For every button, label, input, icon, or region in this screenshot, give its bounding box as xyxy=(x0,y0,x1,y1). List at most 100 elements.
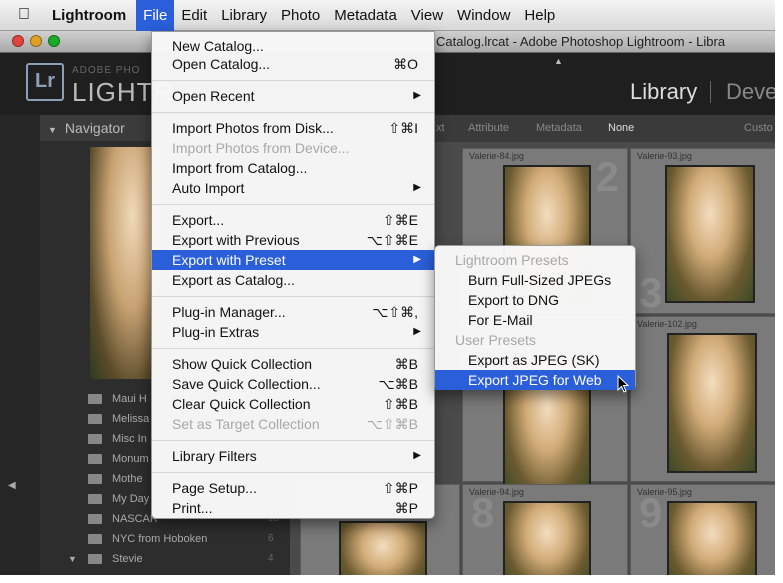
menu-item-export-with-preset[interactable]: Export with Preset ▶ xyxy=(152,250,434,270)
folder-icon xyxy=(88,454,102,464)
apple-icon[interactable]:  xyxy=(0,6,48,24)
submenu-header-lightroom-presets: Lightroom Presets xyxy=(455,252,569,268)
zoom-window-button[interactable] xyxy=(48,35,60,47)
preset-for-email[interactable]: For E-Mail xyxy=(435,310,635,330)
window-title: Catalog.lrcat - Adobe Photoshop Lightroo… xyxy=(436,34,726,49)
grid-cell[interactable]: Valerie-102.jpg xyxy=(630,316,783,482)
chevron-right-icon: ▶ xyxy=(413,90,421,101)
grid-cell[interactable]: Valerie-95.jpg 9 xyxy=(630,484,783,583)
menu-edit[interactable]: Edit xyxy=(174,0,214,31)
menu-item-import-from-disk[interactable]: Import Photos from Disk... ⇧⌘I xyxy=(152,118,434,138)
triangle-down-icon[interactable]: ▼ xyxy=(68,554,77,564)
navigator-title: Navigator xyxy=(64,120,125,136)
collection-item[interactable]: ▼ Stevie 4 xyxy=(40,550,290,570)
menu-item-auto-import[interactable]: Auto Import ▶ xyxy=(152,178,434,198)
menu-separator xyxy=(152,472,434,473)
module-library[interactable]: Library xyxy=(630,79,697,105)
menu-item-page-setup[interactable]: Page Setup... ⇧⌘P xyxy=(152,478,434,498)
menu-item-export[interactable]: Export... ⇧⌘E xyxy=(152,210,434,230)
cell-filename: Valerie-93.jpg xyxy=(637,151,692,161)
preset-export-as-jpeg-sk[interactable]: Export as JPEG (SK) xyxy=(435,350,635,370)
menu-separator xyxy=(152,80,434,81)
menu-item-export-as-catalog[interactable]: Export as Catalog... xyxy=(152,270,434,290)
preset-export-to-dng[interactable]: Export to DNG xyxy=(435,290,635,310)
menu-item-open-recent[interactable]: Open Recent ▶ xyxy=(152,86,434,106)
menu-item-export-with-previous[interactable]: Export with Previous ⌥⇧⌘E xyxy=(152,230,434,250)
menu-item-save-quick-collection[interactable]: Save Quick Collection... ⌥⌘B xyxy=(152,374,434,394)
photo-thumbnail[interactable] xyxy=(667,333,757,473)
cell-index: 9 xyxy=(639,489,663,536)
folder-icon xyxy=(88,554,102,564)
shortcut: ⇧⌘I xyxy=(388,120,418,136)
menu-item-show-quick-collection[interactable]: Show Quick Collection ⌘B xyxy=(152,354,434,374)
shortcut: ⌥⇧⌘B xyxy=(366,416,418,432)
folder-icon xyxy=(88,474,102,484)
folder-icon xyxy=(88,494,102,504)
menu-help[interactable]: Help xyxy=(517,0,562,31)
folder-icon xyxy=(88,514,102,524)
menu-view[interactable]: View xyxy=(404,0,450,31)
expand-left-panel-icon[interactable]: ◀ xyxy=(8,480,16,491)
folder-icon xyxy=(88,534,102,544)
shortcut: ⌥⇧⌘, xyxy=(372,304,418,320)
menu-window[interactable]: Window xyxy=(450,0,517,31)
menu-separator xyxy=(152,296,434,297)
minimize-window-button[interactable] xyxy=(30,35,42,47)
filter-custom[interactable]: Custo xyxy=(744,122,773,134)
menu-separator xyxy=(152,112,434,113)
menu-library[interactable]: Library xyxy=(214,0,274,31)
preset-export-jpeg-for-web[interactable]: Export JPEG for Web xyxy=(435,370,635,390)
folder-icon xyxy=(88,394,102,404)
photo-thumbnail[interactable] xyxy=(339,521,427,583)
grid-cell[interactable]: Valerie-93.jpg 3 xyxy=(630,148,783,316)
menu-item-print[interactable]: Print... ⌘P xyxy=(152,498,434,518)
cell-index: 3 xyxy=(639,269,663,316)
collapse-top-panel-icon[interactable]: ▲ xyxy=(554,56,563,66)
photo-thumbnail[interactable] xyxy=(503,501,591,583)
filter-none[interactable]: None xyxy=(608,122,634,134)
menu-photo[interactable]: Photo xyxy=(274,0,327,31)
filter-metadata[interactable]: Metadata xyxy=(536,122,582,134)
close-window-button[interactable] xyxy=(12,35,24,47)
preset-burn-full-sized-jpegs[interactable]: Burn Full-Sized JPEGs xyxy=(435,270,635,290)
menu-item-clear-quick-collection[interactable]: Clear Quick Collection ⇧⌘B xyxy=(152,394,434,414)
torn-edge-right xyxy=(775,0,783,583)
menu-item-set-target-collection: Set as Target Collection ⌥⇧⌘B xyxy=(172,416,418,432)
menu-separator xyxy=(152,440,434,441)
shortcut: ⌥⌘B xyxy=(378,376,418,392)
photo-thumbnail[interactable] xyxy=(665,165,755,303)
menu-app-lightroom[interactable]: Lightroom xyxy=(48,0,136,31)
submenu-header-user-presets: User Presets xyxy=(455,332,536,348)
folder-icon xyxy=(88,414,102,424)
module-develop[interactable]: Deve xyxy=(726,79,777,105)
shortcut: ⌘O xyxy=(393,56,418,72)
menu-item-plugin-manager[interactable]: Plug-in Manager... ⌥⇧⌘, xyxy=(152,302,434,322)
filter-attribute[interactable]: Attribute xyxy=(468,122,509,134)
filter-text[interactable]: xt xyxy=(436,122,445,134)
export-preset-submenu: Lightroom Presets Burn Full-Sized JPEGs … xyxy=(434,245,636,390)
left-panel-edge: ◀ xyxy=(0,115,40,583)
module-divider xyxy=(710,81,711,103)
torn-edge-bottom xyxy=(0,575,783,583)
cell-filename: Valerie-102.jpg xyxy=(637,319,697,329)
collection-item[interactable]: NYC from Hoboken 6 xyxy=(40,530,290,550)
menu-item-import-from-catalog[interactable]: Import from Catalog... xyxy=(152,158,434,178)
triangle-down-icon: ▼ xyxy=(48,125,57,135)
navigator-preview[interactable] xyxy=(90,147,160,379)
cursor-arrow-icon xyxy=(617,374,630,398)
cell-index: 8 xyxy=(471,489,495,536)
menu-item-new-catalog[interactable]: New Catalog... xyxy=(152,36,434,56)
file-menu: New Catalog... Open Catalog... ⌘O Open Re… xyxy=(151,31,435,519)
grid-cell[interactable]: Valerie-94.jpg 8 xyxy=(462,484,628,583)
shortcut: ⌥⇧⌘E xyxy=(366,232,418,248)
menu-metadata[interactable]: Metadata xyxy=(327,0,404,31)
menu-file[interactable]: File xyxy=(136,0,175,31)
menu-item-open-catalog[interactable]: Open Catalog... ⌘O xyxy=(152,54,434,74)
photo-thumbnail[interactable] xyxy=(667,501,757,583)
cell-filename: Valerie-84.jpg xyxy=(469,151,524,161)
menu-item-library-filters[interactable]: Library Filters ▶ xyxy=(152,446,434,466)
menu-item-plugin-extras[interactable]: Plug-in Extras ▶ xyxy=(152,322,434,342)
chevron-right-icon: ▶ xyxy=(413,450,421,461)
menu-separator xyxy=(152,348,434,349)
shortcut: ⌘P xyxy=(394,500,418,516)
